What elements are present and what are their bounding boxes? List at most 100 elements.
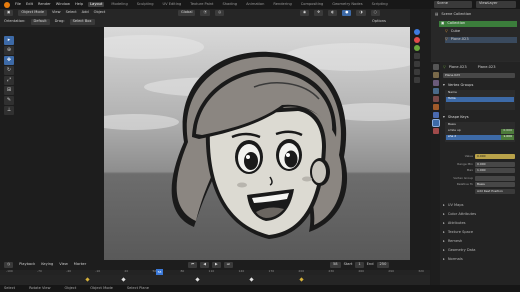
workspace-tab-texture-paint[interactable]: Texture Paint: [188, 2, 215, 8]
scene-selector[interactable]: Scene: [434, 1, 472, 8]
workspace-tab-rendering[interactable]: Rendering: [271, 2, 293, 8]
section-geometry-data[interactable]: ▸ Geometry Data: [443, 247, 520, 254]
outliner-item-plane[interactable]: ▽ Plane.023: [445, 37, 517, 43]
section-texture-space[interactable]: ▸ Texture Space: [443, 229, 520, 236]
render-tab-icon[interactable]: [432, 72, 439, 78]
vertex-group-field[interactable]: [475, 176, 515, 181]
axis-x-icon[interactable]: [414, 37, 420, 43]
timeline-menu-view[interactable]: View: [59, 263, 68, 267]
workspace-tab-sculpting[interactable]: Sculpting: [135, 2, 156, 8]
proportional-edit-icon[interactable]: ◎: [215, 10, 225, 16]
range-min-field[interactable]: 0.000: [475, 162, 515, 167]
start-frame-field[interactable]: 1: [355, 262, 364, 268]
tool-tab-icon[interactable]: [432, 64, 439, 70]
solid-shading-icon[interactable]: ●: [342, 10, 352, 16]
keyframe-icon[interactable]: [121, 277, 126, 282]
timeline-editor-icon[interactable]: ◷: [4, 262, 14, 268]
mesh-name-field[interactable]: Plane.023: [443, 73, 515, 78]
move-tool-icon[interactable]: ✥: [4, 56, 14, 65]
section-uv-maps[interactable]: ▸ UV Maps: [443, 202, 520, 209]
transform-tool-icon[interactable]: ⊞: [4, 86, 14, 95]
menu-window[interactable]: Window: [56, 2, 70, 7]
relative-to-field[interactable]: Basis: [475, 182, 515, 187]
axis-y-icon[interactable]: [414, 45, 420, 51]
scale-tool-icon[interactable]: ⤢: [4, 76, 14, 85]
viewport-menu-select[interactable]: Select: [66, 11, 77, 15]
list-item[interactable]: Name: [446, 91, 514, 96]
current-frame-field[interactable]: 58: [330, 262, 341, 268]
timeline-menu-keying[interactable]: Keying: [41, 263, 53, 267]
menu-render[interactable]: Render: [38, 2, 51, 7]
menu-help[interactable]: Help: [75, 2, 83, 7]
overlay-icon[interactable]: ◐: [328, 10, 338, 16]
section-color-attributes[interactable]: ▸ Color Attributes: [443, 211, 520, 218]
rotate-tool-icon[interactable]: ↻: [4, 66, 14, 75]
section-remesh[interactable]: ▸ Remesh: [443, 238, 520, 245]
end-frame-field[interactable]: 250: [376, 262, 390, 268]
pan-icon[interactable]: [414, 61, 420, 67]
list-item-selected[interactable]: Tullia: [446, 97, 514, 102]
rendered-shading-icon[interactable]: ○: [370, 10, 380, 16]
jump-start-icon[interactable]: ⏮: [188, 262, 198, 268]
select-box-tool-icon[interactable]: ▸: [4, 36, 14, 45]
blender-logo-icon[interactable]: [4, 1, 10, 8]
menu-edit[interactable]: Edit: [26, 2, 33, 7]
workspace-tab-layout[interactable]: Layout: [88, 1, 105, 8]
keyframe-icon[interactable]: [195, 277, 200, 282]
workspace-tab-modeling[interactable]: Modeling: [109, 2, 129, 8]
workspace-tab-scripting[interactable]: Scripting: [370, 2, 390, 8]
output-tab-icon[interactable]: [432, 80, 439, 86]
workspace-tab-geometry-nodes[interactable]: Geometry Nodes: [330, 2, 364, 8]
viewport-menu-add[interactable]: Add: [82, 11, 89, 15]
range-max-field[interactable]: 1.000: [475, 168, 515, 173]
timeline-menu-playback[interactable]: Playback: [19, 263, 35, 267]
list-item-selected[interactable]: sha 2 1.000: [446, 135, 514, 140]
outliner-item-collection[interactable]: ▣ Collection: [439, 21, 517, 27]
workspace-tab-animation[interactable]: Animation: [244, 2, 266, 8]
transform-orientation-dropdown[interactable]: Global: [178, 10, 196, 16]
play-reverse-icon[interactable]: ◀: [200, 262, 209, 268]
material-shading-icon[interactable]: ◑: [356, 10, 366, 16]
snap-icon[interactable]: ⦿: [200, 10, 211, 16]
value-field[interactable]: 0.000: [475, 154, 515, 159]
axis-z-icon[interactable]: [414, 29, 420, 35]
material-tab-icon[interactable]: [432, 128, 439, 134]
menu-file[interactable]: File: [15, 2, 21, 7]
orientation-dropdown[interactable]: Default: [30, 19, 50, 25]
annotate-tool-icon[interactable]: ✎: [4, 96, 14, 105]
workspace-tab-uv-editing[interactable]: UV Editing: [161, 2, 184, 8]
mesh-data-tab-icon[interactable]: [431, 119, 440, 127]
modifier-tab-icon[interactable]: [432, 112, 439, 118]
mode-dropdown[interactable]: Object Mode: [18, 10, 48, 16]
add-rest-position-button[interactable]: Add Rest Position: [475, 189, 515, 194]
list-item-value[interactable]: 1.000: [501, 135, 514, 140]
scene-tab-icon[interactable]: [432, 96, 439, 102]
timeline-menu-marker[interactable]: Marker: [74, 263, 86, 267]
keyframe-icon[interactable]: [85, 277, 90, 282]
section-vertex-groups[interactable]: ▾ Vertex Groups: [443, 82, 520, 89]
keyframe-icon[interactable]: [299, 277, 304, 282]
keyframe-track[interactable]: [0, 275, 430, 285]
measure-tool-icon[interactable]: ⟂: [4, 106, 14, 115]
keyframe-icon[interactable]: [249, 277, 254, 282]
visibility-icon[interactable]: ◉: [300, 10, 310, 16]
camera-view-icon[interactable]: [414, 69, 420, 75]
workspace-tab-shading[interactable]: Shading: [220, 2, 239, 8]
cursor-tool-icon[interactable]: ⊕: [4, 46, 14, 55]
drag-dropdown[interactable]: Select Box: [69, 19, 95, 25]
gizmo-icon[interactable]: ✥: [314, 10, 324, 16]
viewport-menu-object[interactable]: Object: [94, 11, 106, 15]
perspective-toggle-icon[interactable]: [414, 77, 420, 83]
viewport-menu-view[interactable]: View: [52, 11, 61, 15]
outliner-item-cube[interactable]: ▽ Cube: [445, 29, 517, 35]
3d-viewport[interactable]: [104, 27, 410, 260]
workspace-tab-compositing[interactable]: Compositing: [299, 2, 326, 8]
view-layer-selector[interactable]: ViewLayer: [476, 1, 516, 8]
object-tab-icon[interactable]: [432, 104, 439, 110]
options-button[interactable]: Options: [372, 20, 386, 24]
section-shape-keys[interactable]: ▾ Shape Keys: [443, 114, 520, 121]
play-icon[interactable]: ▶: [212, 262, 221, 268]
jump-end-icon[interactable]: ⏭: [223, 262, 233, 268]
section-normals[interactable]: ▸ Normals: [443, 256, 520, 263]
view-layer-tab-icon[interactable]: [432, 88, 439, 94]
